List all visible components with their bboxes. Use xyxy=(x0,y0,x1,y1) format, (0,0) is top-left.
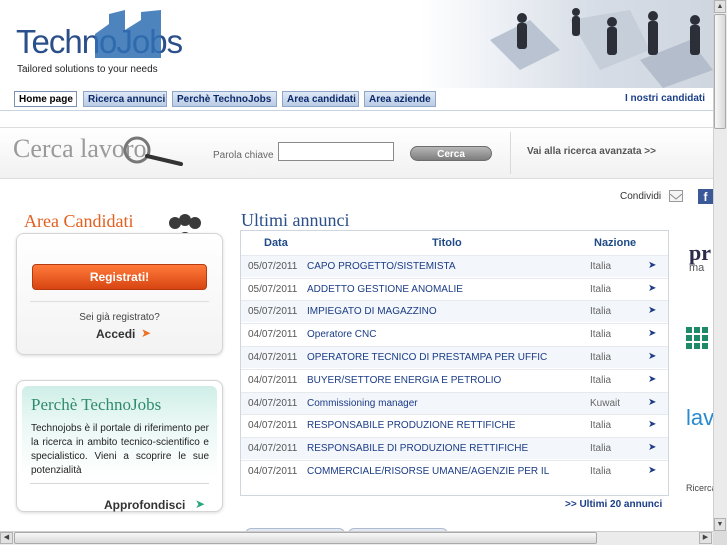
table-row[interactable]: 04/07/2011 RESPONSABILE DI PRODUZIONE RE… xyxy=(241,437,668,459)
row-country: Italia xyxy=(590,261,612,272)
search-divider xyxy=(510,132,511,174)
tab-area-aziende[interactable]: Area aziende xyxy=(364,91,436,107)
table-row[interactable]: 04/07/2011 BUYER/SETTORE ENERGIA E PETRO… xyxy=(241,369,668,391)
scroll-right-icon[interactable]: ▶ xyxy=(699,532,712,544)
why-technojobs-title: Perchè TechnoJobs xyxy=(31,395,162,414)
scroll-left-icon[interactable]: ◀ xyxy=(0,532,13,544)
last-20-listings-link[interactable]: >> Ultimi 20 annunci xyxy=(565,499,662,510)
tagline: Tailored solutions to your needs xyxy=(17,64,158,75)
arrow-right-icon[interactable]: ➤ xyxy=(648,351,656,362)
scroll-up-icon[interactable]: ▲ xyxy=(714,0,726,13)
building-logo-icon xyxy=(95,10,161,58)
login-link[interactable]: Accedi xyxy=(96,327,135,341)
column-header-country: Nazione xyxy=(594,237,637,249)
hero-image xyxy=(420,0,713,88)
row-title-link[interactable]: OPERATORE TECNICO DI PRESTAMPA PER UFFIC xyxy=(307,352,547,363)
arrow-right-icon[interactable]: ➤ xyxy=(648,374,656,385)
row-date: 04/07/2011 xyxy=(248,375,298,386)
arrow-right-icon[interactable]: ➤ xyxy=(648,283,656,294)
column-header-title: Titolo xyxy=(432,237,462,249)
row-date: 04/07/2011 xyxy=(248,443,298,454)
tab-area-candidati[interactable]: Area candidati xyxy=(282,91,359,107)
row-title-link[interactable]: Operatore CNC xyxy=(307,329,376,340)
row-country: Italia xyxy=(590,443,612,454)
row-title-link[interactable]: BUYER/SETTORE ENERGIA E PETROLIO xyxy=(307,375,501,386)
row-date: 04/07/2011 xyxy=(248,466,298,477)
learn-more-link[interactable]: Approfondisci xyxy=(104,498,185,512)
nostri-candidati-link[interactable]: I nostri candidati xyxy=(625,93,705,104)
share-label: Condividi xyxy=(620,191,662,202)
row-country: Italia xyxy=(590,466,612,477)
scroll-down-icon[interactable]: ▼ xyxy=(714,518,726,531)
row-title-link[interactable]: CAPO PROGETTO/SISTEMISTA xyxy=(307,261,456,272)
row-date: 04/07/2011 xyxy=(248,398,298,409)
partner-logo[interactable]: lav xyxy=(686,405,714,431)
business-people-puzzle-icon xyxy=(490,8,713,88)
candidates-divider xyxy=(30,301,209,302)
keyword-input[interactable] xyxy=(278,142,394,161)
candidates-area-title: Area Candidati xyxy=(24,211,134,231)
column-header-date: Data xyxy=(264,237,288,249)
row-date: 05/07/2011 xyxy=(248,306,298,317)
search-button[interactable]: Cerca xyxy=(410,146,492,161)
row-title-link[interactable]: COMMERCIALE/RISORSE UMANE/AGENZIE PER IL xyxy=(307,466,549,477)
partner-logo-sub: ma xyxy=(689,262,705,274)
table-row[interactable]: 05/07/2011 IMPIEGATO DI MAGAZZINO Italia… xyxy=(241,300,668,322)
magnifier-icon xyxy=(123,136,183,166)
grid-logo-icon[interactable] xyxy=(686,327,708,349)
main-nav: Home page Ricerca annunci Perchè TechnoJ… xyxy=(0,90,713,111)
row-country: Italia xyxy=(590,352,612,363)
row-date: 04/07/2011 xyxy=(248,352,298,363)
already-registered-text: Sei già registrato? xyxy=(79,312,160,323)
table-row[interactable]: 04/07/2011 RESPONSABILE PRODUZIONE RETTI… xyxy=(241,414,668,436)
row-date: 05/07/2011 xyxy=(248,284,298,295)
table-row[interactable]: 04/07/2011 COMMERCIALE/RISORSE UMANE/AGE… xyxy=(241,460,668,482)
table-row[interactable]: 05/07/2011 ADDETTO GESTIONE ANOMALIE Ita… xyxy=(241,278,668,300)
arrow-right-icon: ➤ xyxy=(141,326,152,340)
row-title-link[interactable]: Commissioning manager xyxy=(307,398,418,409)
latest-listings-title: Ultimi annunci xyxy=(241,210,350,230)
row-title-link[interactable]: RESPONSABILE PRODUZIONE RETTIFICHE xyxy=(307,420,515,431)
site-header: TechnoJobs Tailored solutions to your ne… xyxy=(0,0,713,90)
advanced-search-link[interactable]: Vai alla ricerca avanzata >> xyxy=(527,146,656,157)
tab-home[interactable]: Home page xyxy=(14,91,77,107)
row-date: 04/07/2011 xyxy=(248,329,298,340)
row-date: 05/07/2011 xyxy=(248,261,298,272)
arrow-right-icon[interactable]: ➤ xyxy=(648,419,656,430)
scrollbar-corner xyxy=(713,531,727,545)
arrow-right-icon[interactable]: ➤ xyxy=(648,442,656,453)
why-divider xyxy=(30,483,209,484)
row-country: Kuwait xyxy=(590,398,621,409)
row-title-link[interactable]: IMPIEGATO DI MAGAZZINO xyxy=(307,306,437,317)
register-button[interactable]: Registrati! xyxy=(32,264,207,290)
facebook-icon[interactable]: f xyxy=(698,189,713,204)
row-date: 04/07/2011 xyxy=(248,420,298,431)
table-row[interactable]: 05/07/2011 CAPO PROGETTO/SISTEMISTA Ital… xyxy=(241,255,668,277)
arrow-right-icon[interactable]: ➤ xyxy=(648,397,656,408)
arrow-right-icon[interactable]: ➤ xyxy=(648,328,656,339)
arrow-right-icon[interactable]: ➤ xyxy=(648,260,656,271)
keyword-label: Parola chiave xyxy=(213,150,274,161)
tab-ricerca-annunci[interactable]: Ricerca annunci xyxy=(83,91,167,107)
row-country: Italia xyxy=(590,375,612,386)
envelope-icon xyxy=(669,193,683,200)
mail-icon[interactable] xyxy=(669,190,683,202)
row-country: Italia xyxy=(590,420,612,431)
table-row[interactable]: 04/07/2011 OPERATORE TECNICO DI PRESTAMP… xyxy=(241,346,668,368)
horizontal-scroll-thumb[interactable] xyxy=(14,532,597,544)
vertical-scroll-thumb[interactable] xyxy=(714,14,726,129)
table-row[interactable]: 04/07/2011 Operatore CNC Italia ➤ xyxy=(241,323,668,345)
arrow-right-icon[interactable]: ➤ xyxy=(648,305,656,316)
tab-perche-technojobs[interactable]: Perchè TechnoJobs xyxy=(172,91,277,107)
row-title-link[interactable]: ADDETTO GESTIONE ANOMALIE xyxy=(307,284,463,295)
why-technojobs-text: Technojobs è il portale di riferimento p… xyxy=(31,423,209,476)
row-country: Italia xyxy=(590,306,612,317)
row-title-link[interactable]: RESPONSABILE DI PRODUZIONE RETTIFICHE xyxy=(307,443,528,454)
table-row[interactable]: 04/07/2011 Commissioning manager Kuwait … xyxy=(241,392,668,414)
row-country: Italia xyxy=(590,284,612,295)
partner-logo[interactable]: Ricerca xyxy=(686,483,717,493)
arrow-right-icon: ➤ xyxy=(195,497,206,511)
arrow-right-icon[interactable]: ➤ xyxy=(648,465,656,476)
row-country: Italia xyxy=(590,329,612,340)
